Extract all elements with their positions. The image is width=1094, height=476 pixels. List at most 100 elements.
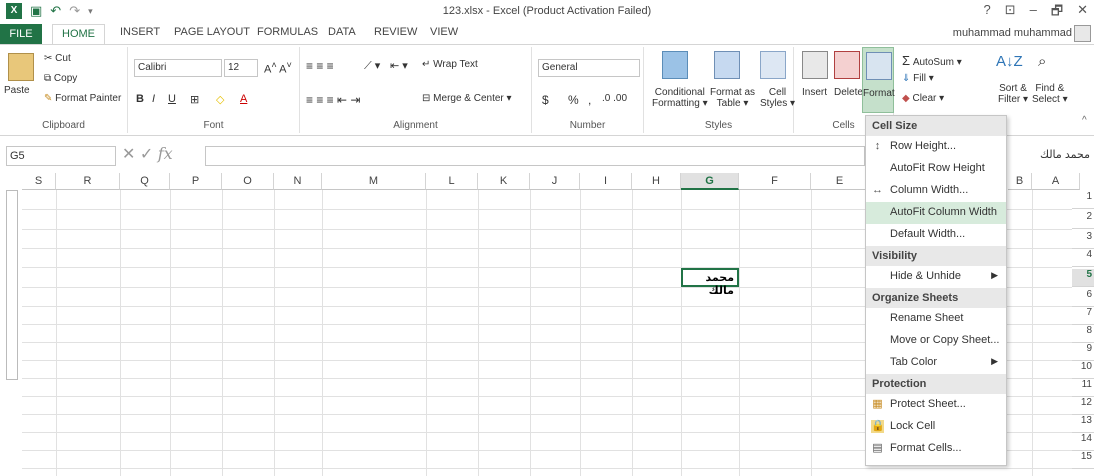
find-select-button[interactable]: Find & Select ▾ <box>1032 83 1068 105</box>
col-header-a[interactable]: A <box>1032 173 1080 190</box>
col-header-f[interactable]: F <box>739 173 811 190</box>
borders-icon[interactable]: ⊞ <box>190 93 199 106</box>
row-header-9[interactable]: 9 <box>1072 343 1094 361</box>
conditional-formatting-icon[interactable] <box>662 51 688 79</box>
font-name-combo[interactable]: Calibri <box>134 59 222 77</box>
help-button[interactable]: ? <box>984 2 991 24</box>
vertical-scrollbar[interactable] <box>6 190 18 380</box>
font-color-icon[interactable]: A <box>240 93 247 105</box>
restore-button[interactable]: 🗗 <box>1051 2 1063 24</box>
menu-item-rename-sheet[interactable]: Rename Sheet <box>866 308 1006 330</box>
col-header-n[interactable]: N <box>274 173 322 190</box>
menu-item-column-width[interactable]: ↔ Column Width... <box>866 180 1006 202</box>
row-header-13[interactable]: 13 <box>1072 415 1094 433</box>
menu-item-row-height[interactable]: ↕ Row Height... <box>866 136 1006 158</box>
menu-item-hide-unhide[interactable]: Hide & Unhide ▶ <box>866 266 1006 288</box>
comma-button[interactable]: , <box>588 93 591 107</box>
tab-page-layout[interactable]: PAGE LAYOUT <box>172 26 252 38</box>
row-header-6[interactable]: 6 <box>1072 289 1094 307</box>
wrap-text-button[interactable]: ↵ Wrap Text <box>422 59 478 70</box>
format-button-highlight[interactable]: Format <box>862 47 895 113</box>
row-header-5[interactable]: 5 <box>1072 269 1094 287</box>
percent-button[interactable]: % <box>568 93 579 107</box>
col-header-m[interactable]: M <box>322 173 426 190</box>
col-header-q[interactable]: Q <box>120 173 170 190</box>
row-header-8[interactable]: 8 <box>1072 325 1094 343</box>
italic-button[interactable]: I <box>152 93 155 105</box>
row-header-7[interactable]: 7 <box>1072 307 1094 325</box>
rtl-icon[interactable]: ⇤ ▾ <box>390 59 408 72</box>
menu-item-move-copy-sheet[interactable]: Move or Copy Sheet... <box>866 330 1006 352</box>
binoculars-icon[interactable]: ⌕ <box>1038 53 1046 70</box>
tab-insert[interactable]: INSERT <box>118 26 162 38</box>
insert-button[interactable]: Insert <box>802 87 827 98</box>
cell-styles-icon[interactable] <box>760 51 786 79</box>
col-header-g[interactable]: G <box>681 173 739 190</box>
user-name[interactable]: muhammad muhammad <box>953 27 1072 39</box>
col-header-j[interactable]: J <box>530 173 580 190</box>
col-header-s[interactable]: S <box>22 173 56 190</box>
col-header-p[interactable]: P <box>170 173 222 190</box>
sort-filter-button[interactable]: Sort & Filter ▾ <box>998 83 1028 105</box>
minimize-button[interactable]: – <box>1030 2 1037 24</box>
decimal-icons[interactable]: .0 .00 <box>602 93 627 104</box>
tab-home[interactable]: HOME <box>52 24 105 44</box>
row-header-4[interactable]: 4 <box>1072 249 1094 267</box>
tab-file[interactable]: FILE <box>0 24 42 44</box>
collapse-ribbon-icon[interactable]: ^ <box>1082 115 1087 126</box>
col-header-o[interactable]: O <box>222 173 274 190</box>
formula-value[interactable]: محمد مالك <box>1040 148 1090 161</box>
format-as-table-button[interactable]: Format as Table ▾ <box>710 87 755 109</box>
paste-icon[interactable] <box>8 53 34 81</box>
name-box[interactable]: G5 <box>6 146 116 166</box>
tab-data[interactable]: DATA <box>326 26 358 38</box>
col-header-i[interactable]: I <box>580 173 632 190</box>
tab-review[interactable]: REVIEW <box>372 26 419 38</box>
menu-item-protect-sheet[interactable]: ▦ Protect Sheet... <box>866 394 1006 416</box>
insert-cells-icon[interactable] <box>802 51 828 79</box>
paste-button[interactable]: Paste <box>4 85 30 96</box>
currency-button[interactable]: $ <box>542 93 549 107</box>
menu-item-autofit-column-width[interactable]: AutoFit Column Width <box>866 202 1006 224</box>
active-cell-g5[interactable]: محمد مالك <box>681 268 739 297</box>
font-size-combo[interactable]: 12 <box>224 59 258 77</box>
formula-input[interactable] <box>205 146 865 166</box>
col-header-b[interactable]: B <box>1008 173 1032 190</box>
cell-styles-button[interactable]: Cell Styles ▾ <box>760 87 795 109</box>
row-header-10[interactable]: 10 <box>1072 361 1094 379</box>
fill-button[interactable]: ⇓ Fill ▾ <box>902 73 934 84</box>
menu-item-default-width[interactable]: Default Width... <box>866 224 1006 246</box>
tab-formulas[interactable]: FORMULAS <box>255 26 320 38</box>
row-header-15[interactable]: 15 <box>1072 451 1094 469</box>
menu-item-lock-cell[interactable]: 🔒 Lock Cell <box>866 416 1006 438</box>
orientation-icon[interactable]: ⟋ ▾ <box>364 59 380 73</box>
col-header-h[interactable]: H <box>632 173 681 190</box>
row-header-1[interactable]: 1 <box>1072 191 1094 209</box>
cancel-icon[interactable]: ✕ <box>122 146 135 163</box>
col-header-l[interactable]: L <box>426 173 478 190</box>
menu-item-format-cells[interactable]: ▤ Format Cells... <box>866 438 1006 460</box>
format-button[interactable]: Format <box>863 88 895 99</box>
bold-button[interactable]: B <box>136 93 144 105</box>
align-top-icon[interactable]: ≡ ≡ ≡ <box>306 59 334 73</box>
row-header-11[interactable]: 11 <box>1072 379 1094 397</box>
row-header-3[interactable]: 3 <box>1072 231 1094 249</box>
merge-center-button[interactable]: ⊟ Merge & Center ▾ <box>422 93 512 104</box>
format-as-table-icon[interactable] <box>714 51 740 79</box>
row-header-14[interactable]: 14 <box>1072 433 1094 451</box>
enter-icon[interactable]: ✓ <box>140 146 153 163</box>
sort-filter-icon[interactable]: A↓Z <box>996 53 1023 70</box>
col-header-e[interactable]: E <box>811 173 869 190</box>
fx-icon[interactable]: fx <box>158 144 173 163</box>
ribbon-display-button[interactable]: ⊡ <box>1005 2 1016 24</box>
col-header-k[interactable]: K <box>478 173 530 190</box>
col-header-r[interactable]: R <box>56 173 120 190</box>
underline-button[interactable]: U <box>168 93 176 105</box>
copy-button[interactable]: ⧉ Copy <box>44 73 77 84</box>
tab-view[interactable]: VIEW <box>428 26 460 38</box>
menu-item-tab-color[interactable]: Tab Color ▶ <box>866 352 1006 374</box>
delete-cells-icon[interactable] <box>834 51 860 79</box>
grow-font-icon[interactable]: A˄ A˅ <box>264 60 292 76</box>
row-header-12[interactable]: 12 <box>1072 397 1094 415</box>
menu-item-autofit-row-height[interactable]: AutoFit Row Height <box>866 158 1006 180</box>
